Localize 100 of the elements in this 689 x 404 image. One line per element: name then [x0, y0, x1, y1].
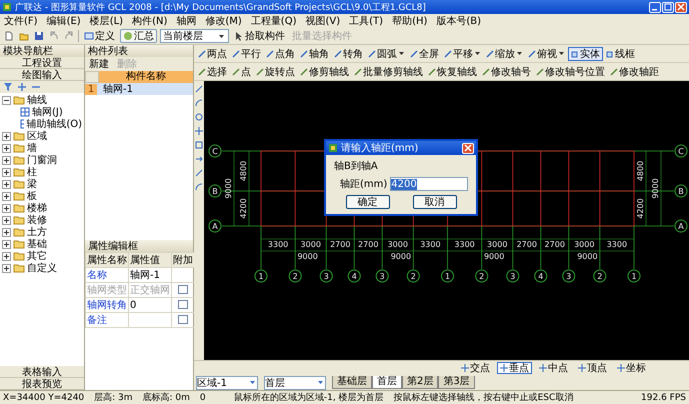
nav-section-button[interactable]: 报表预览	[0, 378, 84, 390]
axis-bubble[interactable]: 2	[406, 270, 420, 282]
plus-icon[interactable]	[17, 82, 27, 92]
dialog-button[interactable]: 取消	[412, 195, 456, 209]
region-dropdown[interactable]: 区域-1	[196, 376, 258, 390]
nav-section-button[interactable]: 绘图输入	[0, 69, 84, 81]
drawing-canvas[interactable]: 3300 3000 2700 2700 3000 3300 3300 3000 2700 2700 3000 3300 9000 9000 9000 9000 4800 4200 9000 4800 4200 9000 1 2 3 4 3 2 1 2 3 4 3 2 1 C B A C B A 请输入轴距(mm) 轴B到轴A 轴距(mm) 4200 确定 取消	[204, 81, 689, 360]
axis-bubble[interactable]: A	[674, 220, 688, 232]
nav-section-button[interactable]: 工程设置	[0, 57, 84, 69]
tree-item[interactable]: 柱	[27, 165, 37, 179]
draw-tool-button[interactable]: 圆弧	[366, 46, 407, 60]
line-icon[interactable]	[195, 85, 203, 93]
menu-item[interactable]: 视图(V)	[305, 14, 340, 28]
axis-bubble[interactable]: C	[674, 144, 688, 158]
axis-bubble[interactable]: 3	[320, 270, 333, 282]
edit-tool-button[interactable]: 旋转点	[254, 64, 297, 78]
circle-icon[interactable]	[195, 113, 203, 121]
expander-icon[interactable]	[2, 216, 11, 224]
floor-dropdown[interactable]: 首层	[264, 376, 326, 390]
edit-tool-button[interactable]: 选择	[196, 64, 229, 78]
edit-tool-button[interactable]: 恢复轴线	[426, 64, 479, 78]
axis-bubble[interactable]: B	[674, 184, 688, 198]
attach-checkbox[interactable]	[178, 300, 188, 310]
tree-item[interactable]: 板	[27, 189, 37, 203]
close-button[interactable]	[462, 142, 474, 154]
expander-icon[interactable]	[2, 204, 11, 212]
arc-icon[interactable]	[195, 99, 203, 107]
tree-item[interactable]: 自定义	[27, 261, 57, 275]
axis-bubble[interactable]: 4	[534, 270, 548, 282]
tree-item[interactable]: 墙	[27, 141, 37, 155]
tree-item[interactable]: 楼梯	[27, 201, 47, 215]
axis-bubble[interactable]: 2	[288, 270, 302, 282]
property-value[interactable]: 0	[128, 298, 172, 312]
line-icon[interactable]	[195, 169, 203, 177]
edit-tool-button[interactable]: 修改轴号	[480, 64, 533, 78]
draw-tool-button[interactable]: 全屏	[408, 46, 441, 60]
attach-checkbox[interactable]	[178, 315, 188, 324]
axis-bubble[interactable]: B	[208, 184, 222, 198]
expander-icon[interactable]	[2, 132, 11, 140]
edit-tool-button[interactable]: 修改轴距	[608, 64, 661, 78]
close-button[interactable]	[675, 2, 687, 12]
axis-bubble[interactable]: 3	[562, 270, 576, 282]
new-button[interactable]: 新建	[87, 57, 111, 71]
axis-bubble[interactable]: 1	[254, 270, 268, 282]
axis-bubble[interactable]: 2	[593, 270, 606, 282]
axis-bubble[interactable]: 2	[475, 270, 488, 282]
menu-item[interactable]: 编辑(E)	[46, 14, 81, 28]
expander-icon[interactable]	[2, 180, 11, 188]
menu-item[interactable]: 版本号(B)	[436, 14, 482, 28]
draw-tool-button[interactable]: 两点	[196, 46, 229, 60]
menu-item[interactable]: 文件(F)	[4, 14, 38, 28]
square-icon[interactable]	[195, 141, 203, 149]
tree-item[interactable]: 轴线	[27, 93, 47, 107]
axis-bubble[interactable]: C	[208, 144, 222, 158]
draw-tool-button[interactable]: 轴角	[298, 46, 331, 60]
arrow-icon[interactable]	[195, 155, 203, 163]
edit-tool-button[interactable]: 点	[230, 64, 253, 78]
snap-toggle[interactable]: 坐标	[614, 362, 649, 374]
minimize-button[interactable]	[649, 2, 661, 12]
axis-bubble[interactable]: 4	[348, 270, 361, 282]
redo-button[interactable]	[63, 30, 75, 42]
edit-tool-button[interactable]: 批量修剪轴线	[352, 64, 425, 78]
snap-toggle[interactable]: 交点	[458, 362, 493, 374]
edit-tool-button[interactable]: 修改轴号位置	[534, 64, 607, 78]
snap-toggle[interactable]: 中点	[536, 362, 571, 374]
expander-icon[interactable]	[2, 192, 11, 200]
view-mode-button[interactable]: 实体	[568, 46, 603, 60]
tree-item[interactable]: 轴网(J)	[32, 105, 63, 119]
expander-icon[interactable]	[2, 240, 11, 248]
tree-item[interactable]: 土方	[27, 225, 47, 239]
expander-icon[interactable]	[2, 228, 11, 236]
expander-icon[interactable]	[2, 144, 11, 152]
expander-icon[interactable]	[2, 264, 11, 272]
axis-bubble[interactable]: 3	[506, 270, 520, 282]
draw-tool-button[interactable]: 平移	[442, 46, 483, 60]
expander-icon[interactable]	[2, 96, 11, 104]
snap-toggle[interactable]: 顶点	[575, 362, 610, 374]
axis-bubble[interactable]: 1	[441, 270, 454, 282]
draw-tool-button[interactable]: 俯视	[526, 46, 567, 60]
tree-item[interactable]: 装修	[27, 213, 47, 227]
floor-dropdown[interactable]: 当前楼层	[160, 29, 229, 43]
nav-section-button[interactable]: 表格输入	[0, 366, 84, 378]
expander-icon[interactable]	[2, 168, 11, 176]
floor-tab[interactable]: 第2层	[402, 376, 438, 389]
expander-icon[interactable]	[2, 156, 11, 164]
define-button[interactable]: 定义	[82, 29, 117, 43]
axis-bubble[interactable]: 3	[376, 270, 389, 282]
pick-component-button[interactable]: 拾取构件	[232, 29, 287, 43]
floor-tab[interactable]: 首层	[372, 376, 402, 389]
menu-item[interactable]: 楼层(L)	[90, 14, 124, 28]
tree-item[interactable]: 梁	[27, 177, 37, 191]
menu-item[interactable]: 轴网	[176, 14, 196, 28]
menu-item[interactable]: 工具(T)	[349, 14, 384, 28]
maximize-button[interactable]	[662, 2, 674, 12]
edit-tool-button[interactable]: 修剪轴线	[298, 64, 351, 78]
summary-button[interactable]: 汇总	[120, 29, 157, 43]
save-button[interactable]	[33, 30, 45, 42]
snap-toggle[interactable]: 垂点	[497, 362, 532, 374]
floor-tab[interactable]: 第3层	[438, 376, 475, 389]
tree-item[interactable]: 门窗洞	[27, 153, 57, 167]
